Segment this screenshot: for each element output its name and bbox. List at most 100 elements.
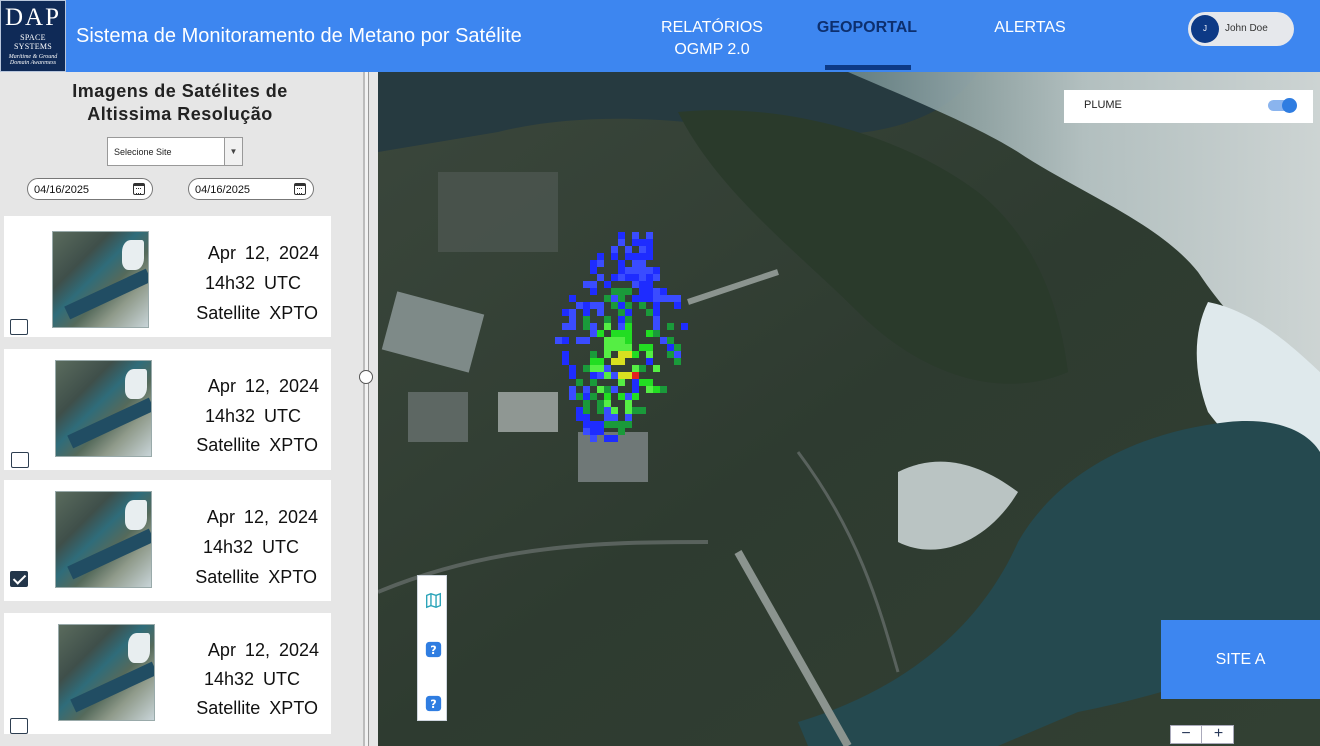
satellite-thumbnail[interactable] xyxy=(55,360,152,457)
plume-cell xyxy=(604,435,611,442)
plume-cell xyxy=(590,379,597,386)
plume-cell xyxy=(653,386,660,393)
image-date: Apr 12, 2024 xyxy=(207,640,319,660)
plume-cell xyxy=(632,281,639,288)
svg-text:?: ? xyxy=(430,644,436,657)
satellite-thumbnail[interactable] xyxy=(55,491,152,588)
image-card[interactable]: Apr 12, 2024 14h32 UTC Satellite XPTO xyxy=(4,216,331,337)
image-checkbox[interactable] xyxy=(10,319,28,335)
plume-cell xyxy=(639,407,646,414)
plume-cell xyxy=(653,365,660,372)
plume-cell xyxy=(590,351,597,358)
date-from-field[interactable]: 04/16/2025 xyxy=(27,178,153,200)
plume-cell xyxy=(632,372,639,379)
plume-cell xyxy=(632,386,639,393)
plume-cell xyxy=(625,393,632,400)
plume-cell xyxy=(632,239,639,246)
top-bar: DAP SPACE SYSTEMS Maritime & Ground Doma… xyxy=(0,0,1320,72)
plume-cell xyxy=(604,414,611,421)
plume-cell xyxy=(632,232,639,239)
help-icon[interactable]: ? xyxy=(425,641,442,658)
plume-cell xyxy=(611,421,618,428)
plume-cell xyxy=(639,302,646,309)
plume-cell xyxy=(604,421,611,428)
calendar-icon[interactable] xyxy=(133,183,145,195)
plume-cell xyxy=(674,295,681,302)
plume-cell xyxy=(611,344,618,351)
plume-cell xyxy=(604,407,611,414)
plume-cell xyxy=(639,365,646,372)
calendar-icon[interactable] xyxy=(294,183,306,195)
plume-cell xyxy=(618,309,625,316)
plume-cell xyxy=(611,358,618,365)
site-a-card[interactable]: SITE A xyxy=(1161,620,1320,699)
nav-alertas[interactable]: ALERTAS xyxy=(985,17,1075,39)
plume-cell xyxy=(646,344,653,351)
image-card[interactable]: Apr 12, 2024 14h32 UTC Satellite XPTO xyxy=(4,349,331,470)
plume-cell xyxy=(597,253,604,260)
plume-cell xyxy=(583,316,590,323)
plume-cell xyxy=(618,267,625,274)
map-icon[interactable] xyxy=(425,592,442,609)
plume-cell xyxy=(646,274,653,281)
image-checkbox[interactable] xyxy=(11,452,29,468)
plume-cell xyxy=(660,295,667,302)
image-checkbox[interactable] xyxy=(10,571,28,587)
plume-cell xyxy=(625,337,632,344)
plume-cell xyxy=(583,281,590,288)
panel-splitter[interactable] xyxy=(363,72,369,746)
plume-cell xyxy=(590,267,597,274)
chevron-down-icon[interactable]: ▼ xyxy=(224,138,242,165)
plume-cell xyxy=(611,295,618,302)
zoom-out-button[interactable]: − xyxy=(1171,726,1202,743)
plume-cell xyxy=(569,365,576,372)
image-card[interactable]: Apr 12, 2024 14h32 UTC Satellite XPTO xyxy=(4,480,331,601)
nav-relatorios[interactable]: RELATÓRIOS OGMP 2.0 xyxy=(650,17,774,61)
plume-cell xyxy=(576,407,583,414)
plume-cell xyxy=(632,274,639,281)
plume-cell xyxy=(618,337,625,344)
plume-cell xyxy=(625,302,632,309)
plume-cell xyxy=(611,302,618,309)
plume-cell xyxy=(646,239,653,246)
image-satellite: Satellite XPTO xyxy=(196,698,318,718)
plume-cell xyxy=(625,344,632,351)
satellite-map[interactable]: PLUME ? ? SITE A − + xyxy=(378,72,1320,746)
plume-cell xyxy=(667,323,674,330)
image-card[interactable]: Apr 12, 2024 14h32 UTC Satellite XPTO xyxy=(4,613,331,734)
plume-cell xyxy=(604,365,611,372)
plume-cell xyxy=(653,302,660,309)
satellite-thumbnail[interactable] xyxy=(52,231,149,328)
satellite-thumbnail[interactable] xyxy=(58,624,155,721)
plume-cell xyxy=(646,246,653,253)
date-to-field[interactable]: 04/16/2025 xyxy=(188,178,314,200)
toggle-knob[interactable] xyxy=(1282,98,1297,113)
plume-cell xyxy=(618,379,625,386)
zoom-in-button[interactable]: + xyxy=(1203,726,1234,743)
plume-cell xyxy=(618,351,625,358)
zoom-control: − + xyxy=(1170,725,1234,744)
map-toolbar: ? ? xyxy=(417,575,447,721)
plume-cell xyxy=(583,428,590,435)
help-icon[interactable]: ? xyxy=(425,695,442,712)
plume-cell xyxy=(604,393,611,400)
plume-cell xyxy=(611,330,618,337)
plume-cell xyxy=(604,372,611,379)
plume-cell xyxy=(562,309,569,316)
plume-cell xyxy=(569,295,576,302)
plume-cell xyxy=(562,358,569,365)
user-menu[interactable]: J John Doe xyxy=(1188,12,1294,46)
plume-cell xyxy=(618,260,625,267)
image-date: Apr 12, 2024 xyxy=(206,507,318,527)
plume-cell xyxy=(667,351,674,358)
plume-cell xyxy=(618,372,625,379)
nav-geoportal[interactable]: GEOPORTAL xyxy=(812,17,922,39)
plume-cell xyxy=(597,421,604,428)
plume-cell xyxy=(590,365,597,372)
plume-cell xyxy=(590,435,597,442)
plume-toggle[interactable] xyxy=(1268,98,1297,113)
site-select[interactable]: Selecione Site ▼ xyxy=(107,137,243,166)
image-checkbox[interactable] xyxy=(10,718,28,734)
plume-cell xyxy=(625,372,632,379)
splitter-handle[interactable] xyxy=(359,370,373,384)
